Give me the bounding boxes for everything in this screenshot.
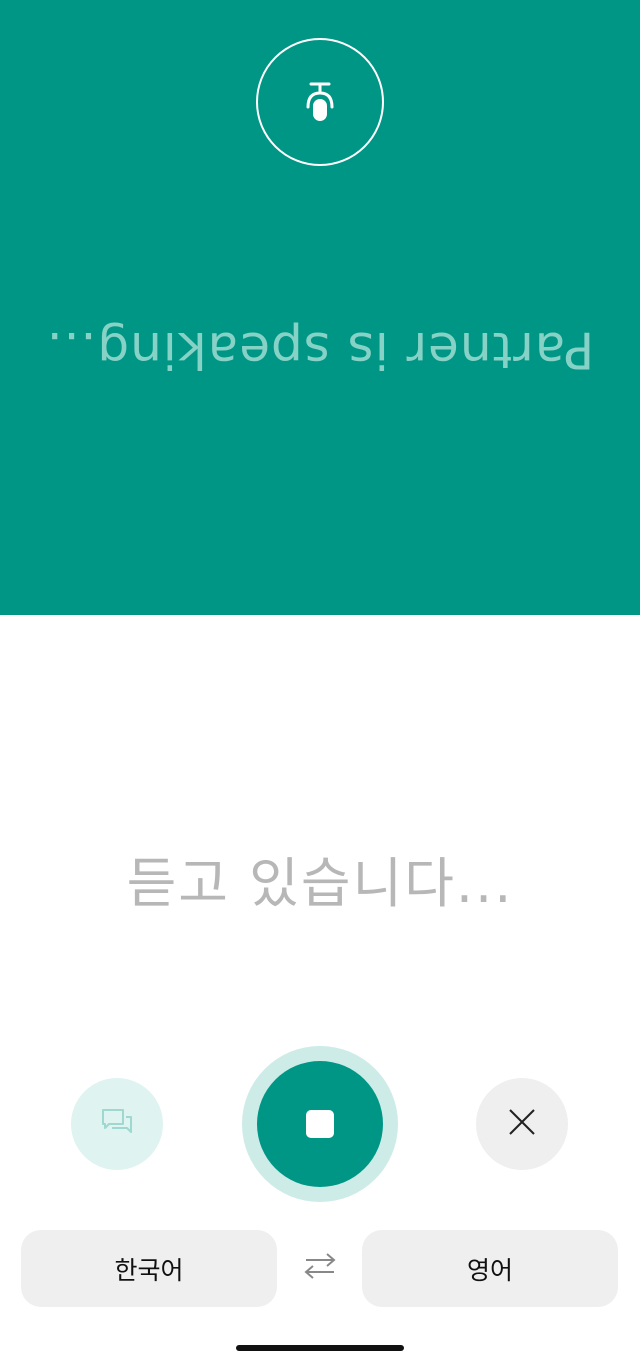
partner-panel: Partner is speaking... <box>0 0 640 615</box>
home-indicator[interactable] <box>236 1345 404 1351</box>
microphone-icon <box>305 81 335 123</box>
partner-status-text: Partner is speaking... <box>45 321 595 379</box>
swap-languages-button[interactable] <box>300 1250 340 1286</box>
conversation-button[interactable] <box>71 1078 163 1170</box>
swap-arrows-icon <box>303 1251 337 1285</box>
close-icon <box>508 1108 536 1140</box>
listening-status-text: 듣고 있습니다... <box>126 851 514 915</box>
stop-icon <box>306 1110 334 1138</box>
close-button[interactable] <box>476 1078 568 1170</box>
stop-recording-button[interactable] <box>242 1046 398 1202</box>
partner-mic-button[interactable] <box>256 38 384 166</box>
target-language-label: 영어 <box>466 1255 513 1285</box>
interpreter-screen: Partner is speaking... 듣고 있습니다... 한국어 영어 <box>0 0 640 1367</box>
stop-button-core <box>257 1061 383 1187</box>
conversation-bubbles-icon <box>100 1107 134 1141</box>
target-language-button[interactable]: 영어 <box>362 1230 618 1307</box>
source-language-button[interactable]: 한국어 <box>21 1230 277 1307</box>
source-language-label: 한국어 <box>114 1255 184 1285</box>
